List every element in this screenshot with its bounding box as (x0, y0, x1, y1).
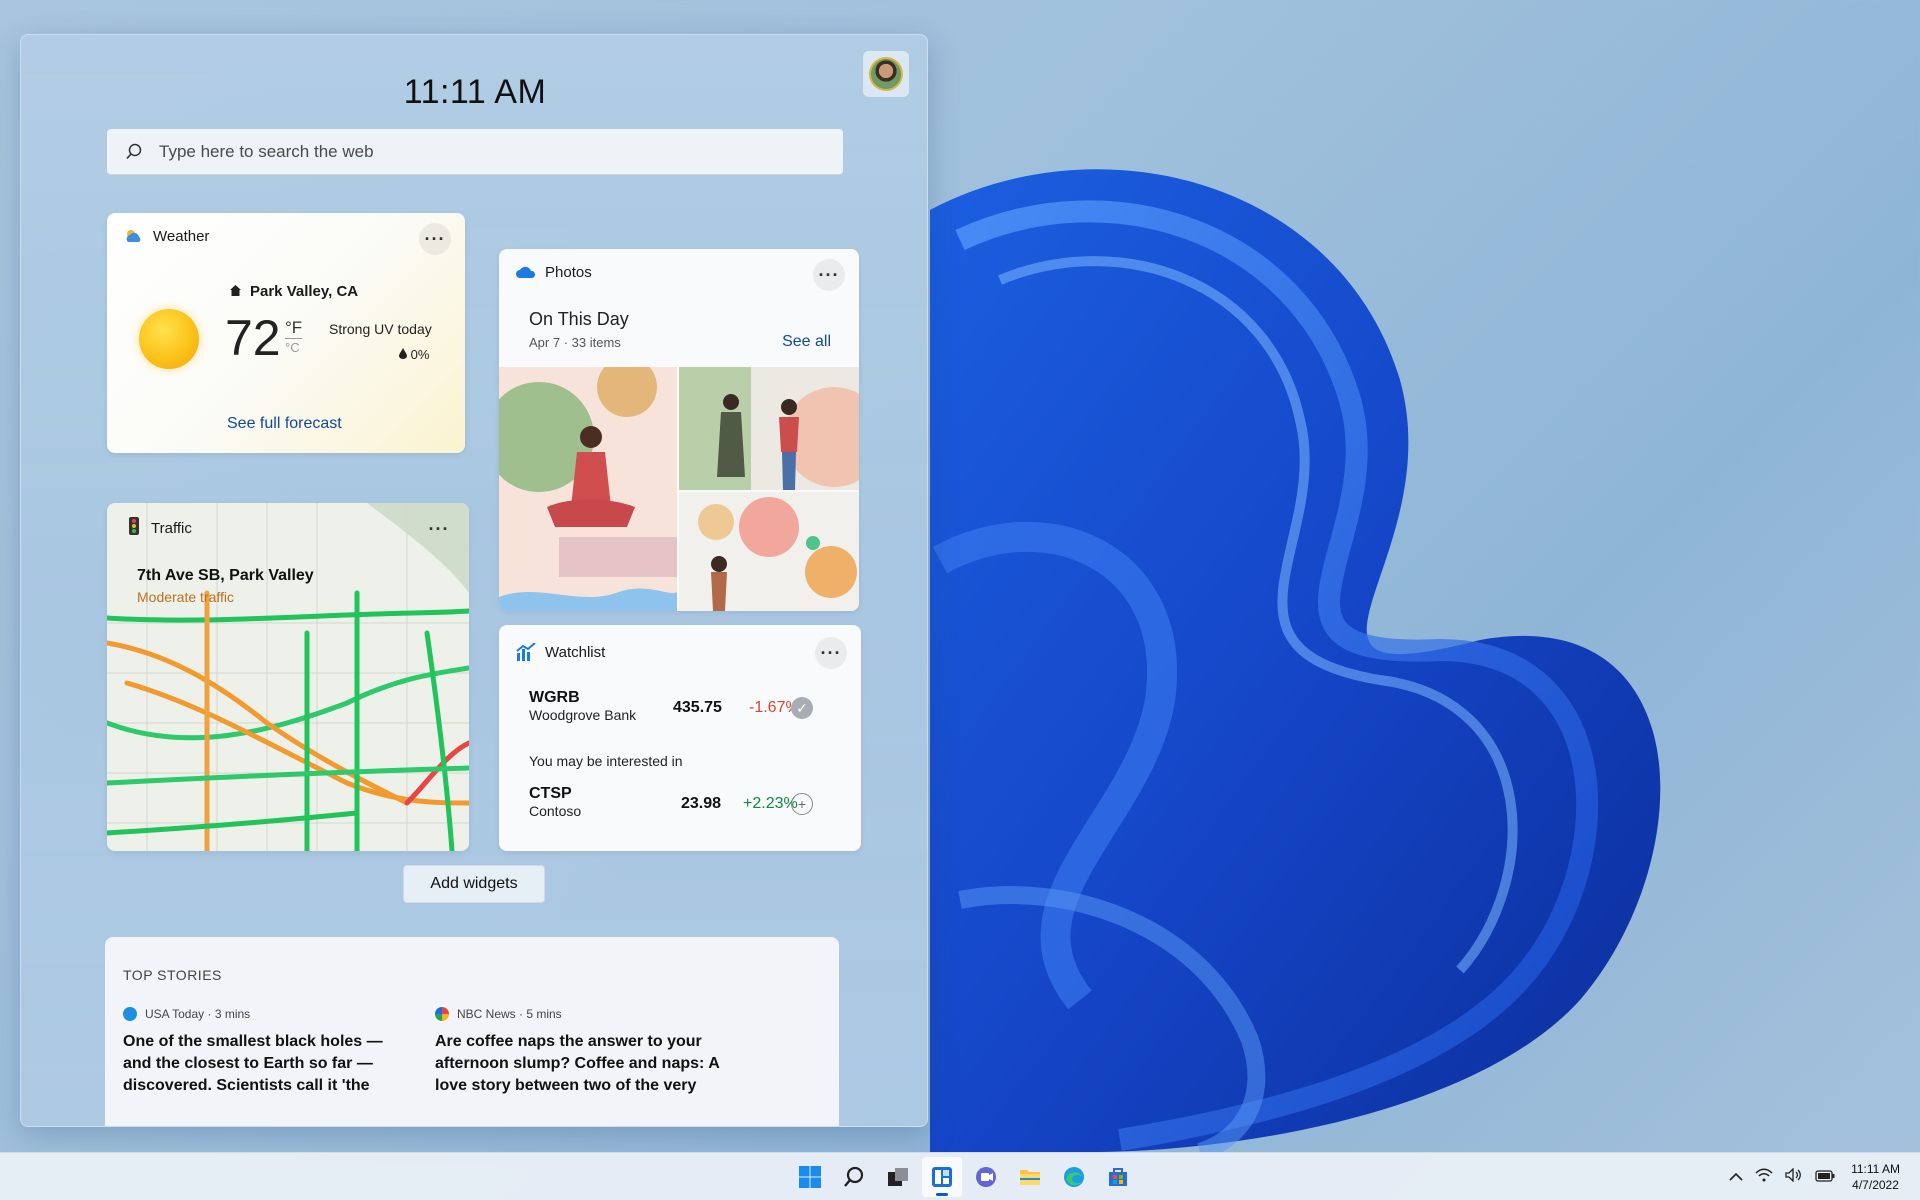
unit-fahrenheit[interactable]: °F (285, 318, 302, 337)
onedrive-cloud-icon (515, 261, 537, 283)
photos-more-button[interactable]: ··· (813, 259, 845, 291)
store-button[interactable] (1098, 1157, 1138, 1197)
search-placeholder: Type here to search the web (159, 141, 374, 161)
chevron-up-icon[interactable] (1729, 1169, 1743, 1186)
task-view-icon (888, 1168, 908, 1186)
story-title[interactable]: Are coffee naps the answer to your after… (435, 1031, 725, 1097)
search-icon (844, 1166, 864, 1187)
traffic-map[interactable] (107, 503, 469, 851)
user-avatar-button[interactable] (863, 51, 909, 97)
traffic-status: Moderate traffic (137, 589, 235, 605)
taskbar: 11:11 AM 4/7/2022 (0, 1152, 1920, 1200)
photo-collage[interactable] (499, 367, 859, 611)
added-check-icon[interactable]: ✓ (791, 697, 813, 719)
interest-label: You may be interested in (529, 753, 683, 769)
story-card[interactable]: NBC News · 5 mins Are coffee naps the an… (435, 1007, 725, 1097)
chat-icon (976, 1167, 996, 1187)
photos-date: Apr 7 (529, 335, 561, 350)
search-icon (125, 143, 143, 161)
watchlist-widget[interactable]: Watchlist ··· WGRB Woodgrove Bank 435.75… (499, 625, 861, 851)
weather-condition: Strong UV today (329, 321, 432, 337)
stock-chart-icon (515, 641, 537, 663)
widgets-panel: 11:11 AM Type here to search the web Wea… (20, 34, 928, 1127)
start-icon (799, 1166, 821, 1188)
chat-button[interactable] (966, 1157, 1006, 1197)
clock-date: 4/7/2022 (1852, 1178, 1899, 1192)
raindrop-icon (399, 347, 411, 362)
weather-temperature: 72 (225, 310, 281, 366)
stock-price: 23.98 (681, 795, 722, 812)
widgets-icon (932, 1167, 952, 1187)
system-clock[interactable]: 11:11 AM 4/7/2022 (1851, 1161, 1900, 1193)
precipitation-value: 0% (410, 347, 430, 362)
unit-celsius[interactable]: °C (285, 338, 303, 356)
weather-title: Weather (153, 227, 210, 245)
avatar (869, 57, 903, 91)
task-view-button[interactable] (878, 1157, 918, 1197)
traffic-widget[interactable]: Traffic ··· 7th Ave SB, Park Valley Mode… (107, 503, 469, 851)
story-source: NBC News · 5 mins (457, 1007, 562, 1021)
volume-icon[interactable] (1785, 1167, 1803, 1186)
story-card[interactable]: USA Today · 3 mins One of the smallest b… (123, 1007, 413, 1097)
start-button[interactable] (790, 1157, 830, 1197)
store-icon (1109, 1168, 1127, 1186)
wifi-icon[interactable] (1755, 1168, 1773, 1186)
home-icon (229, 284, 242, 300)
stock-row-ctsp[interactable]: CTSP Contoso 23.98 +2.23% + (529, 785, 839, 819)
sun-icon (139, 309, 199, 369)
stock-row-wgrb[interactable]: WGRB Woodgrove Bank 435.75 -1.67% ✓ (529, 689, 839, 723)
see-full-forecast-link[interactable]: See full forecast (227, 415, 342, 433)
watchlist-title: Watchlist (545, 643, 606, 661)
traffic-light-icon (127, 517, 141, 539)
clock-time: 11:11 AM (1851, 1162, 1900, 1176)
traffic-route: 7th Ave SB, Park Valley (137, 567, 314, 584)
stock-price: 435.75 (673, 699, 722, 716)
precipitation-readout: 0% (399, 347, 429, 362)
web-search-input[interactable]: Type here to search the web (107, 129, 843, 175)
nbc-peacock-logo-icon (435, 1007, 449, 1021)
battery-icon[interactable] (1815, 1169, 1835, 1186)
add-widgets-button[interactable]: Add widgets (403, 865, 545, 903)
file-explorer-icon (1020, 1170, 1040, 1185)
photos-album-meta: Apr 7 · 33 items (529, 335, 621, 350)
weather-more-button[interactable]: ··· (419, 223, 451, 255)
photos-album-title: On This Day (529, 309, 629, 329)
taskbar-search-button[interactable] (834, 1157, 874, 1197)
stock-change: +2.23% (743, 795, 798, 812)
edge-button[interactable] (1054, 1157, 1094, 1197)
photos-widget[interactable]: Photos ··· On This Day Apr 7 · 33 items … (499, 249, 859, 611)
top-stories-section: TOP STORIES USA Today · 3 mins One of th… (105, 937, 839, 1126)
usa-today-logo-icon (123, 1007, 137, 1021)
watchlist-more-button[interactable]: ··· (815, 637, 847, 669)
weather-location: Park Valley, CA (250, 283, 359, 300)
traffic-more-button[interactable]: ··· (423, 513, 455, 545)
weather-cloud-icon (123, 225, 145, 247)
file-explorer-button[interactable] (1010, 1157, 1050, 1197)
traffic-title: Traffic (151, 519, 192, 537)
story-title[interactable]: One of the smallest black holes — and th… (123, 1031, 413, 1097)
photos-title: Photos (545, 263, 592, 281)
edge-icon (1064, 1167, 1084, 1187)
temperature-unit-toggle[interactable]: °F °C (285, 318, 303, 356)
photos-count: · 33 items (563, 335, 621, 350)
panel-clock: 11:11 AM (403, 73, 547, 111)
add-plus-icon[interactable]: + (791, 793, 813, 815)
widgets-button[interactable] (922, 1157, 962, 1197)
weather-widget[interactable]: Weather ··· Park Valley, CA 72 °F °C Str… (107, 213, 465, 453)
top-stories-heading: TOP STORIES (123, 967, 222, 983)
see-all-photos-link[interactable]: See all (782, 333, 831, 351)
story-source: USA Today · 3 mins (145, 1007, 251, 1021)
